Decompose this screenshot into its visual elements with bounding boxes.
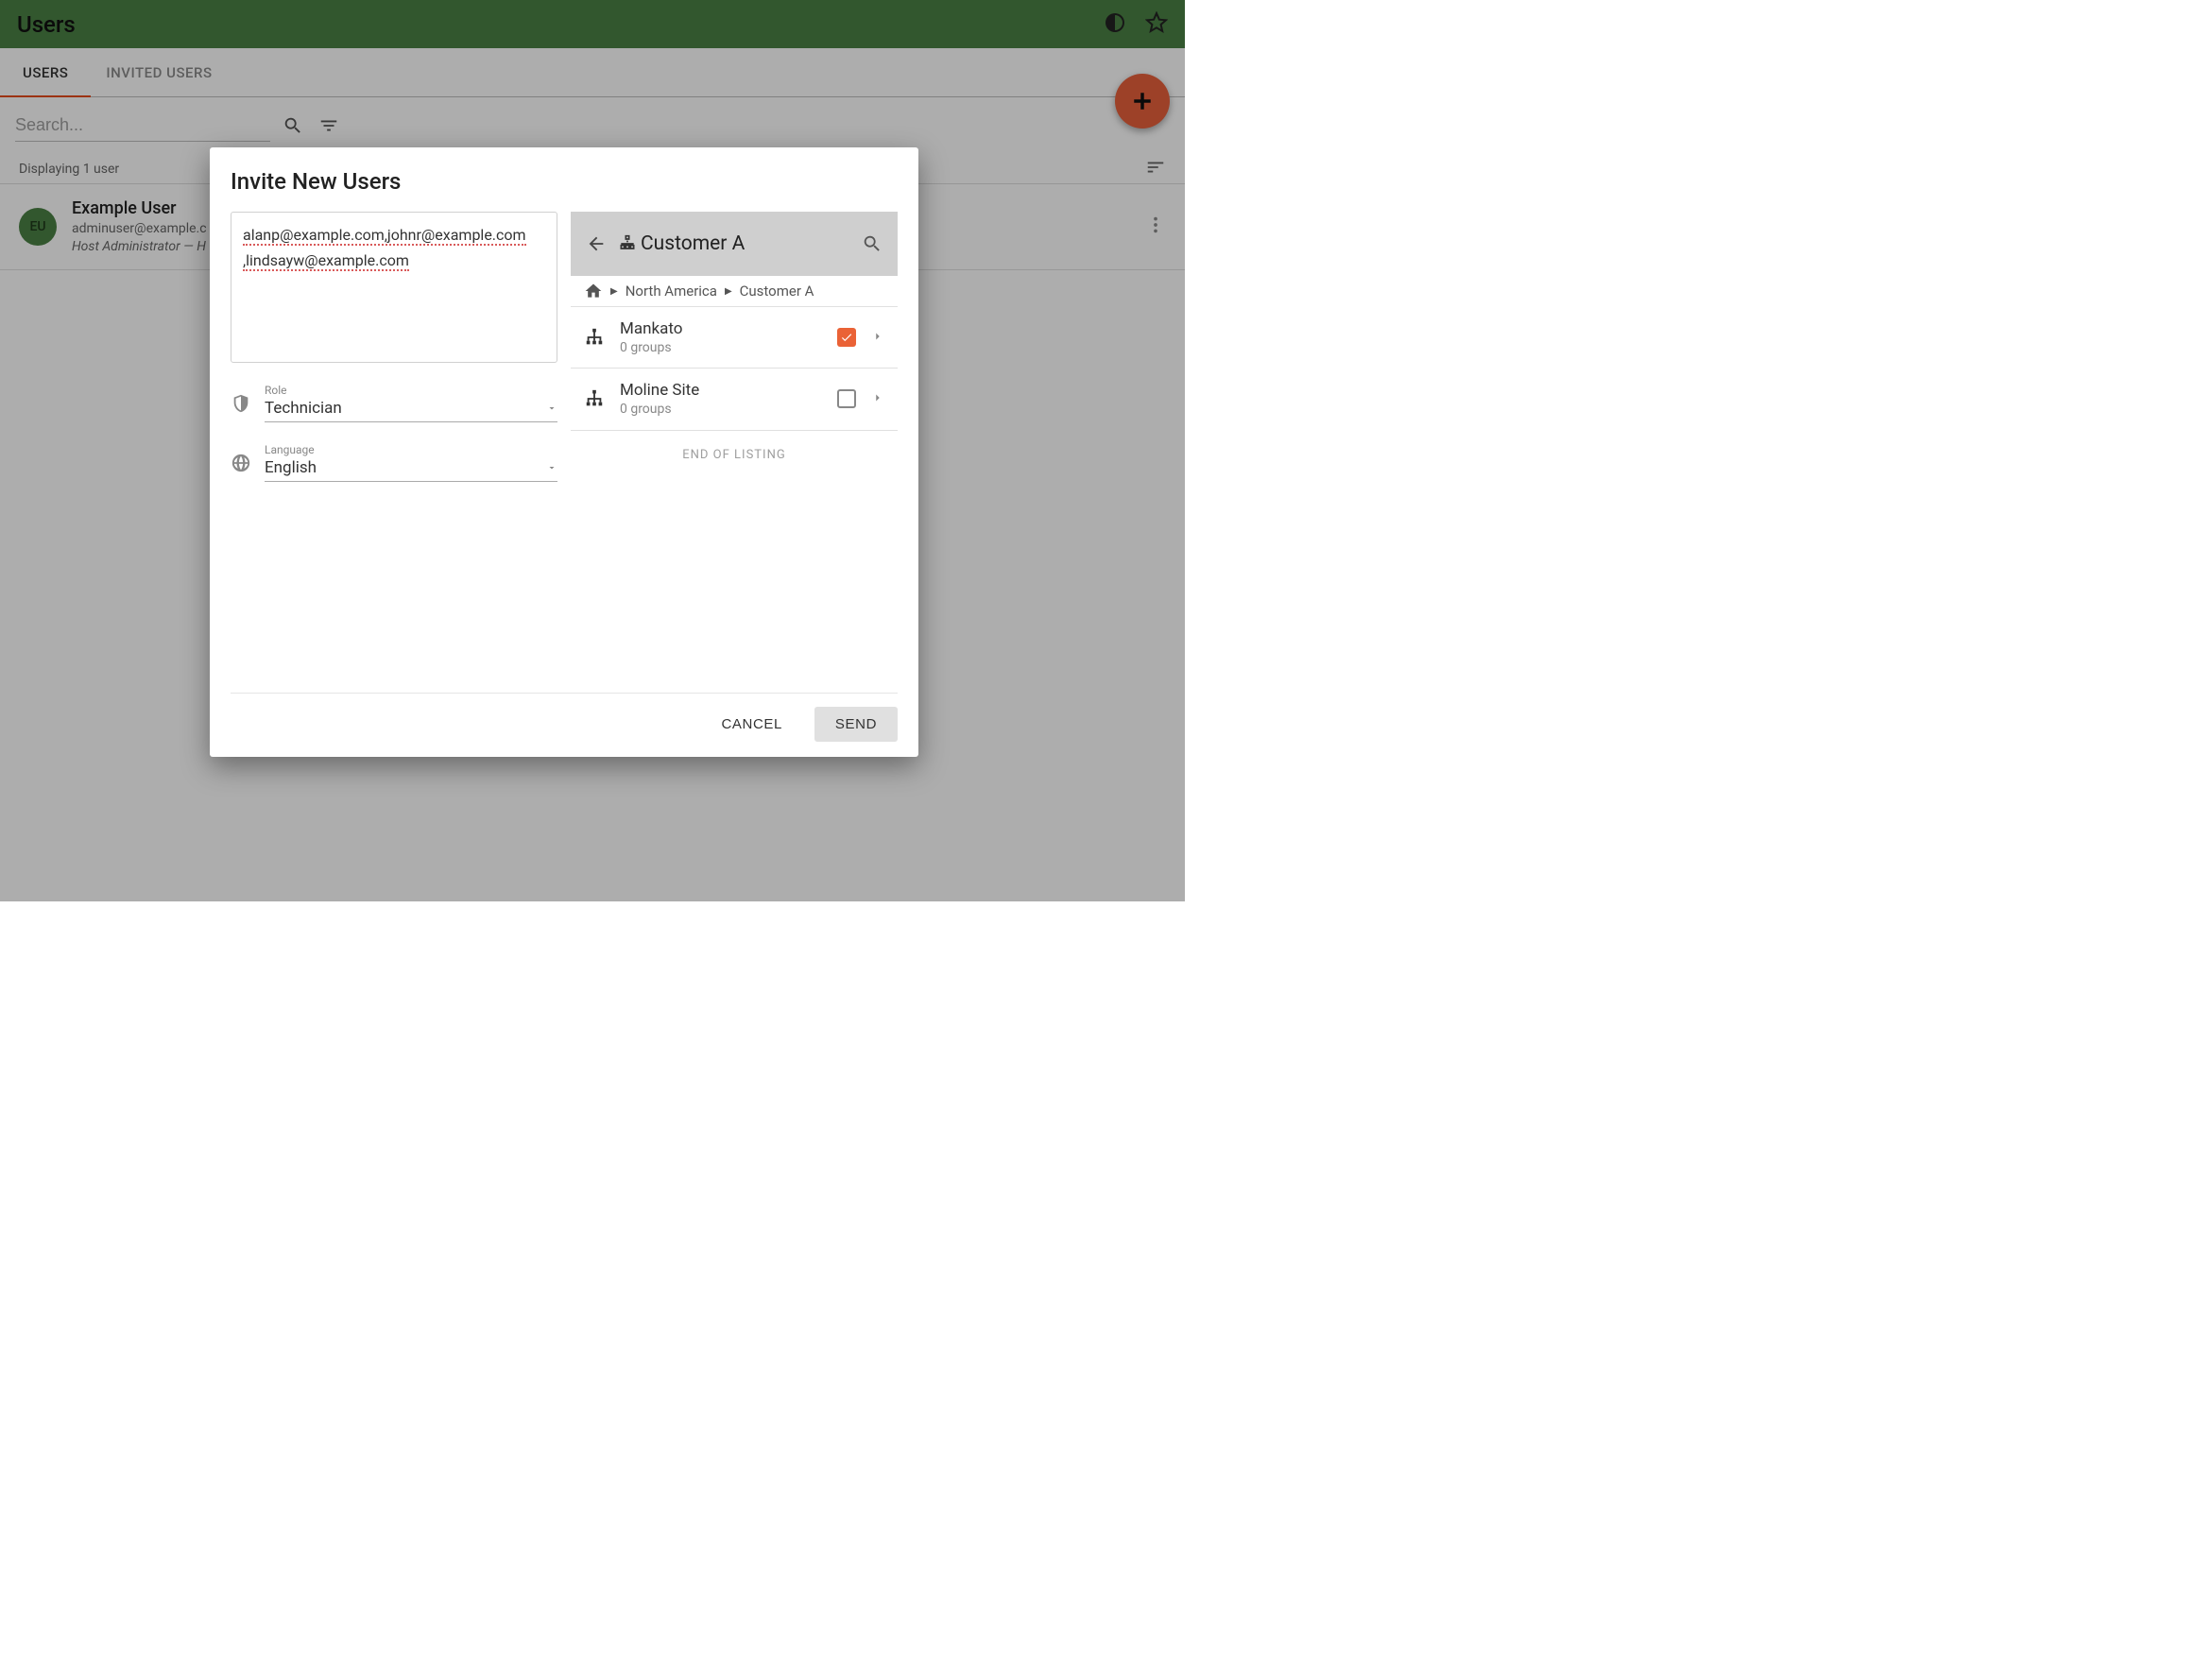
globe-icon	[231, 453, 251, 473]
modal-title: Invite New Users	[231, 168, 898, 195]
group-picker-header: Customer A	[571, 212, 898, 276]
shield-icon	[231, 393, 251, 414]
caret-down-icon	[546, 459, 557, 477]
send-button[interactable]: SEND	[814, 707, 898, 742]
group-name: Moline Site	[620, 380, 822, 401]
group-checkbox[interactable]	[837, 328, 856, 347]
chevron-right-icon: ▶	[725, 286, 732, 297]
chevron-right-icon[interactable]	[871, 329, 884, 347]
group-subtitle: 0 groups	[620, 401, 822, 418]
language-value: English	[265, 458, 317, 477]
breadcrumb-level-2[interactable]: Customer A	[740, 283, 814, 300]
caret-down-icon	[546, 400, 557, 418]
group-search-icon[interactable]	[862, 233, 883, 254]
role-select[interactable]: Role Technician	[231, 384, 557, 422]
group-checkbox[interactable]	[837, 389, 856, 408]
email-text-line2: ,lindsayw@example.com	[243, 251, 409, 271]
role-label: Role	[265, 384, 557, 397]
chevron-right-icon[interactable]	[871, 390, 884, 408]
role-value: Technician	[265, 399, 342, 418]
group-item[interactable]: Mankato 0 groups	[571, 307, 898, 369]
group-item[interactable]: Moline Site 0 groups	[571, 369, 898, 430]
end-of-listing: END OF LISTING	[571, 431, 898, 479]
site-icon	[584, 388, 605, 409]
language-label: Language	[265, 443, 557, 456]
home-icon[interactable]	[584, 282, 603, 300]
language-select[interactable]: Language English	[231, 443, 557, 482]
site-icon	[584, 327, 605, 348]
back-arrow-icon[interactable]	[586, 233, 607, 254]
group-subtitle: 0 groups	[620, 339, 822, 356]
org-icon	[618, 234, 637, 253]
chevron-right-icon: ▶	[610, 286, 618, 297]
invite-users-modal: Invite New Users alanp@example.com,johnr…	[210, 147, 918, 757]
modal-footer: CANCEL SEND	[231, 693, 898, 742]
breadcrumb-level-1[interactable]: North America	[626, 283, 717, 300]
breadcrumb[interactable]: ▶ North America ▶ Customer A	[571, 276, 898, 307]
group-name: Mankato	[620, 318, 822, 339]
cancel-button[interactable]: CANCEL	[708, 707, 795, 742]
current-group-name: Customer A	[641, 232, 745, 255]
email-addresses-input[interactable]: alanp@example.com,johnr@example.com ,lin…	[231, 212, 557, 363]
email-text-line1: alanp@example.com,johnr@example.com	[243, 226, 526, 246]
